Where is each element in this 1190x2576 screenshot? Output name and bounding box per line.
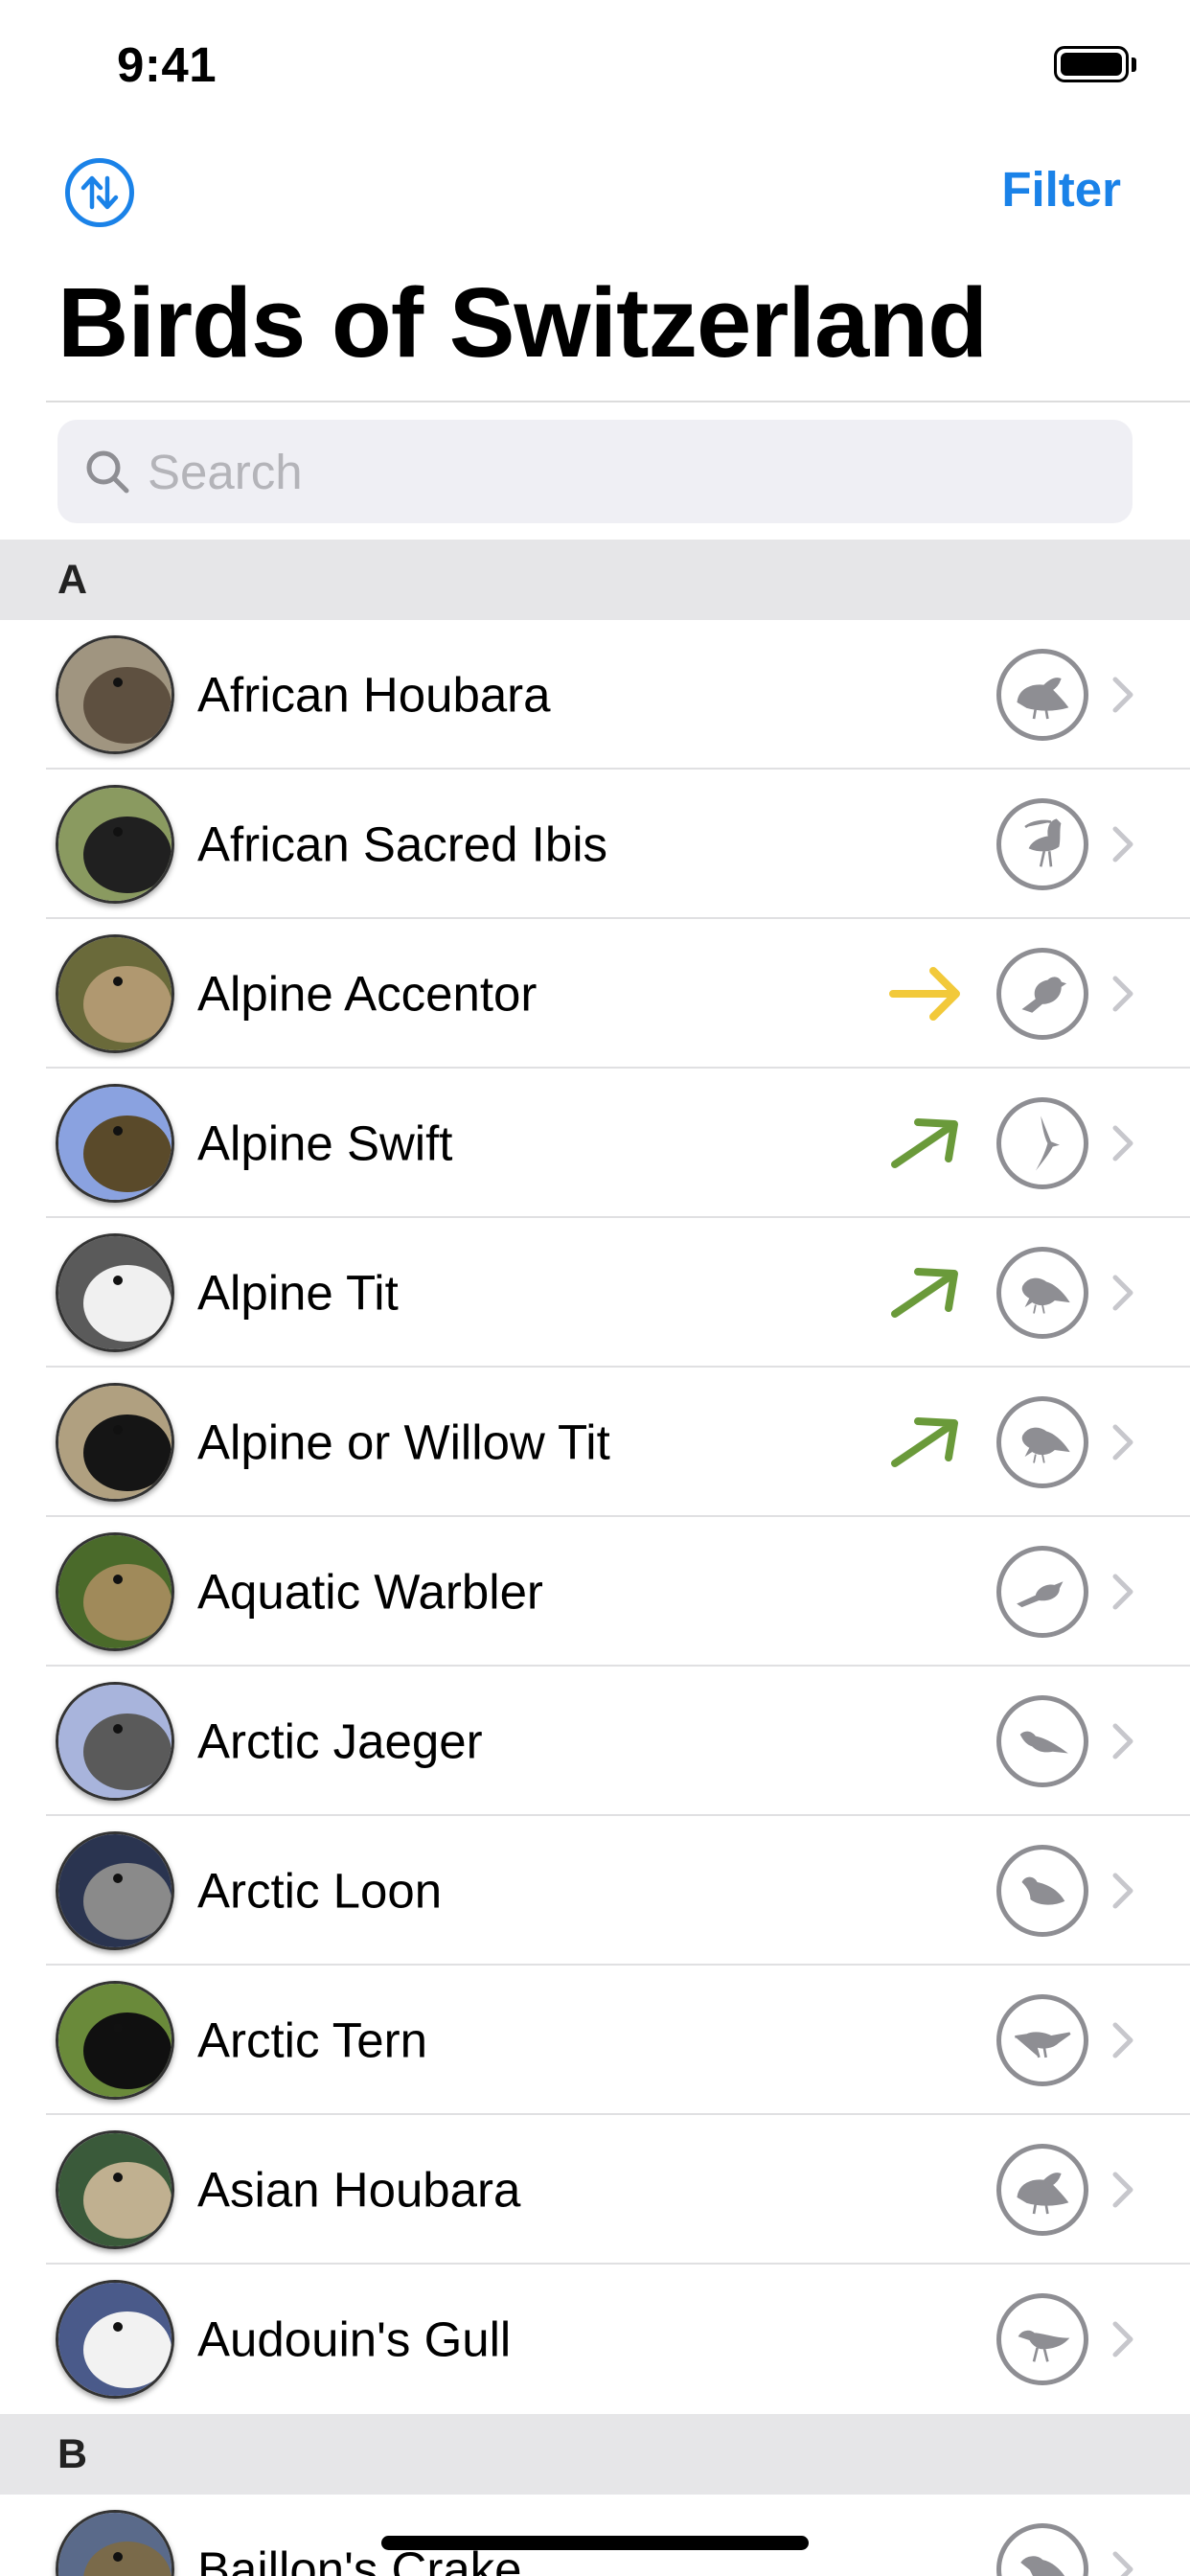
chevron-right-icon (1112, 2022, 1133, 2058)
tit-silhouette-icon (996, 1396, 1088, 1488)
tern-silhouette-icon (996, 1994, 1088, 2086)
bird-name: Alpine Swift (197, 1116, 453, 1171)
chevron-right-icon (1112, 976, 1133, 1012)
chevron-right-icon (1112, 1275, 1133, 1311)
bird-photo (56, 1532, 174, 1651)
page-title: Birds of Switzerland (57, 267, 988, 378)
bustard-silhouette-icon (996, 2144, 1088, 2236)
battery-cap (1132, 58, 1136, 72)
bird-photo (56, 934, 174, 1053)
bird-photo (56, 1682, 174, 1801)
bird-photo (56, 2130, 174, 2249)
bird-row[interactable]: Alpine Tit (0, 1218, 1190, 1368)
filter-button[interactable]: Filter (1001, 161, 1121, 218)
bird-row[interactable]: Asian Houbara (0, 2115, 1190, 2265)
bird-name: Arctic Loon (197, 1863, 443, 1919)
bird-photo (56, 1233, 174, 1352)
trend-increase-icon (891, 1417, 958, 1467)
bird-row[interactable]: Arctic Jaeger (0, 1667, 1190, 1816)
crake-silhouette-icon (996, 2523, 1088, 2576)
home-indicator[interactable] (381, 2536, 809, 2550)
bird-name: African Houbara (197, 667, 551, 723)
bird-photo (56, 2280, 174, 2399)
status-bar: 9:41 (0, 0, 1190, 126)
bird-row[interactable]: Arctic Tern (0, 1966, 1190, 2115)
warbler-silhouette-icon (996, 1546, 1088, 1638)
bird-photo (56, 2510, 174, 2576)
search-input[interactable] (148, 443, 1010, 500)
bird-name: Audouin's Gull (197, 2312, 512, 2367)
bird-row[interactable]: African Sacred Ibis (0, 770, 1190, 919)
screen: 9:41 Filter Birds of Switzerland A Africa… (0, 0, 1190, 2576)
chevron-right-icon (1112, 826, 1133, 862)
bird-row[interactable]: Alpine or Willow Tit (0, 1368, 1190, 1517)
bird-name: Arctic Tern (197, 2012, 427, 2068)
chevron-right-icon (1112, 1424, 1133, 1460)
bird-photo (56, 635, 174, 754)
bird-row[interactable]: Arctic Loon (0, 1816, 1190, 1966)
bird-photo (56, 1831, 174, 1950)
chevron-right-icon (1112, 2551, 1133, 2576)
bird-row[interactable]: Alpine Swift (0, 1069, 1190, 1218)
bird-name: Alpine or Willow Tit (197, 1414, 610, 1470)
trend-stable-icon (889, 967, 960, 1021)
title-divider (46, 401, 1190, 402)
section-header: B (0, 2414, 1190, 2495)
bird-name: Aquatic Warbler (197, 1564, 543, 1620)
bird-name: Asian Houbara (197, 2162, 521, 2218)
chevron-right-icon (1112, 677, 1133, 713)
chevron-right-icon (1112, 1574, 1133, 1610)
sort-arrows-icon (80, 175, 119, 210)
bird-name: Alpine Tit (197, 1265, 399, 1321)
chevron-right-icon (1112, 2321, 1133, 2358)
trend-increase-icon (891, 1268, 958, 1318)
bird-photo (56, 1383, 174, 1502)
bird-row[interactable]: Alpine Accentor (0, 919, 1190, 1069)
bird-photo (56, 785, 174, 904)
bird-row[interactable]: Audouin's Gull (0, 2265, 1190, 2414)
bird-photo (56, 1981, 174, 2100)
chevron-right-icon (1112, 1125, 1133, 1162)
chevron-right-icon (1112, 2172, 1133, 2208)
section-header: A (0, 540, 1190, 620)
bustard-silhouette-icon (996, 649, 1088, 741)
jaeger-silhouette-icon (996, 1695, 1088, 1787)
bird-row[interactable]: African Houbara (0, 620, 1190, 770)
chevron-right-icon (1112, 1873, 1133, 1909)
tit-silhouette-icon (996, 1247, 1088, 1339)
bird-photo (56, 1084, 174, 1203)
chevron-right-icon (1112, 1723, 1133, 1760)
gull-silhouette-icon (996, 2293, 1088, 2385)
ibis-silhouette-icon (996, 798, 1088, 890)
search-icon (79, 443, 136, 500)
swift-silhouette-icon (996, 1097, 1088, 1189)
trend-increase-icon (891, 1118, 958, 1168)
search-field[interactable] (57, 420, 1133, 523)
songbird-silhouette-icon (996, 948, 1088, 1040)
loon-silhouette-icon (996, 1845, 1088, 1937)
bird-name: Alpine Accentor (197, 966, 538, 1022)
bird-list: A African Houbara African Sacred Ibis Alpin… (0, 540, 1190, 2576)
bird-row[interactable]: Aquatic Warbler (0, 1517, 1190, 1667)
bird-name: African Sacred Ibis (197, 816, 608, 872)
battery-icon (1054, 46, 1129, 82)
sort-button[interactable] (65, 158, 134, 227)
bird-name: Arctic Jaeger (197, 1714, 483, 1769)
status-time: 9:41 (117, 37, 217, 92)
